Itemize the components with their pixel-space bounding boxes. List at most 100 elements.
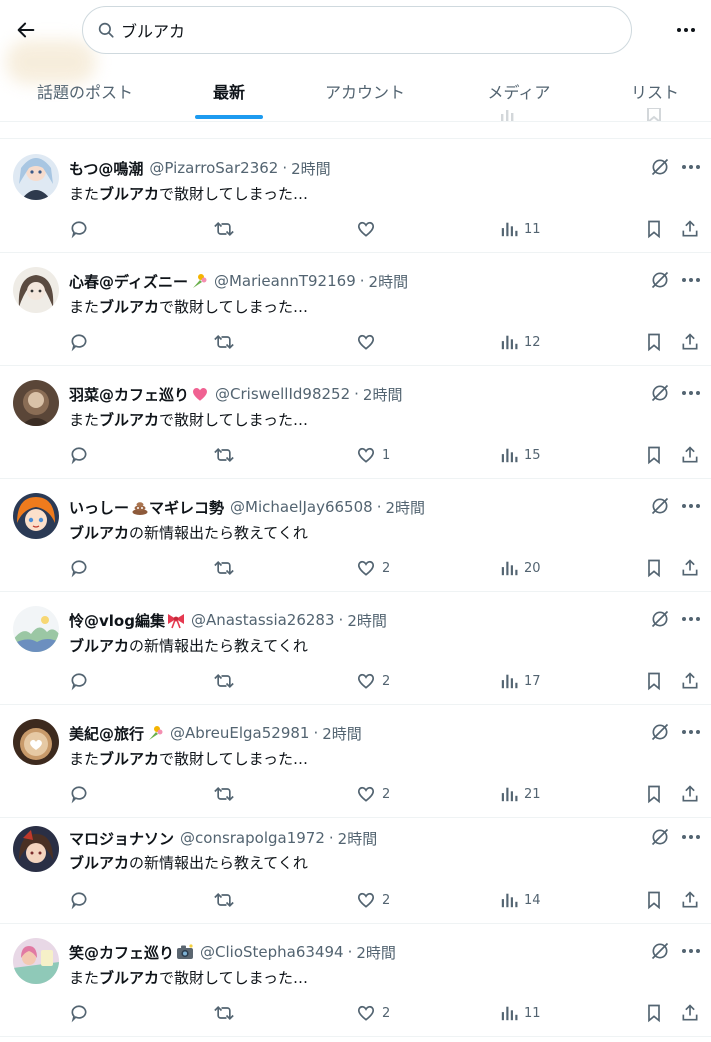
reply-button[interactable]	[69, 556, 89, 580]
author-name[interactable]: 怜@vlog編集	[69, 610, 165, 631]
post-time[interactable]: 2時間	[322, 723, 362, 744]
bookmark-button[interactable]	[644, 443, 664, 467]
grok-icon[interactable]	[649, 495, 671, 517]
views-button[interactable]: 21	[500, 782, 541, 806]
post-time[interactable]: 2時間	[291, 158, 331, 179]
like-button[interactable]: 2	[356, 556, 390, 580]
author-name[interactable]: 羽菜@カフェ巡り	[69, 384, 189, 405]
post-time[interactable]: 2時間	[363, 384, 403, 405]
repost-button[interactable]	[213, 1001, 235, 1025]
avatar[interactable]	[13, 380, 59, 426]
search-input[interactable]	[121, 20, 601, 40]
grok-icon[interactable]	[649, 940, 671, 962]
repost-button[interactable]	[213, 330, 235, 354]
more-options-icon[interactable]	[680, 826, 702, 848]
bookmark-button[interactable]	[644, 1001, 664, 1025]
avatar[interactable]	[13, 267, 59, 313]
reply-button[interactable]	[69, 782, 89, 806]
repost-button[interactable]	[213, 217, 235, 241]
more-options-icon[interactable]	[666, 10, 706, 50]
avatar[interactable]	[13, 154, 59, 200]
avatar[interactable]	[13, 606, 59, 652]
bookmark-button[interactable]	[644, 556, 664, 580]
views-button[interactable]: 14	[500, 888, 541, 912]
more-options-icon[interactable]	[680, 156, 702, 178]
author-handle[interactable]: @PizarroSar2362	[149, 159, 278, 177]
bookmark-button[interactable]	[644, 669, 664, 693]
grok-icon[interactable]	[649, 826, 671, 848]
grok-icon[interactable]	[649, 608, 671, 630]
post[interactable]: 心春@ディズニー @MarieannT92169 · 2時間 またブルアカで散財…	[0, 253, 711, 366]
views-button[interactable]: 12	[500, 330, 541, 354]
views-button[interactable]: 11	[500, 1001, 541, 1025]
share-button[interactable]	[680, 1001, 700, 1025]
views-button[interactable]: 15	[500, 443, 541, 467]
repost-button[interactable]	[213, 556, 235, 580]
post[interactable]: 羽菜@カフェ巡り @CriswellId98252 · 2時間 またブルアカで散…	[0, 366, 711, 479]
grok-icon[interactable]	[649, 269, 671, 291]
more-options-icon[interactable]	[680, 608, 702, 630]
views-button[interactable]: 20	[500, 556, 541, 580]
share-button[interactable]	[680, 217, 700, 241]
post-time[interactable]: 2時間	[385, 497, 425, 518]
back-button[interactable]	[6, 10, 46, 50]
author-handle[interactable]: @MichaelJay66508	[230, 498, 373, 516]
views-button[interactable]: 11	[500, 217, 541, 241]
author-name[interactable]: 心春@ディズニー	[69, 271, 188, 292]
repost-button[interactable]	[213, 443, 235, 467]
repost-button[interactable]	[213, 782, 235, 806]
post-time[interactable]: 2時間	[338, 828, 378, 849]
post[interactable]: 美紀@旅行 @AbreuElga52981 · 2時間 またブルアカで散財してし…	[0, 705, 711, 818]
bookmark-button[interactable]	[644, 782, 664, 806]
reply-button[interactable]	[69, 330, 89, 354]
share-button[interactable]	[680, 330, 700, 354]
author-name[interactable]: いっしー	[69, 497, 129, 518]
grok-icon[interactable]	[649, 382, 671, 404]
post[interactable]: 笑@カフェ巡り @ClioStepha63494 · 2時間 またブルアカで散財…	[0, 924, 711, 1037]
post-time[interactable]: 2時間	[356, 942, 396, 963]
tab-latest[interactable]: 最新	[170, 62, 288, 120]
author-handle[interactable]: @consrapolga1972	[180, 829, 325, 847]
author-name[interactable]: 美紀@旅行	[69, 723, 144, 744]
post[interactable]: もつ@鳴潮 @PizarroSar2362 · 2時間 またブルアカで散財してし…	[0, 140, 711, 253]
share-button[interactable]	[680, 888, 700, 912]
tab-lists[interactable]: リスト	[596, 62, 711, 120]
like-button[interactable]: 2	[356, 782, 390, 806]
tab-top[interactable]: 話題のポスト	[0, 62, 170, 120]
like-button[interactable]: 2	[356, 669, 390, 693]
avatar[interactable]	[13, 938, 59, 984]
bookmark-button[interactable]	[644, 330, 664, 354]
post-time[interactable]: 2時間	[347, 610, 387, 631]
reply-button[interactable]	[69, 1001, 89, 1025]
author-handle[interactable]: @MarieannT92169	[214, 272, 356, 290]
share-button[interactable]	[680, 443, 700, 467]
author-handle[interactable]: @AbreuElga52981	[170, 724, 309, 742]
post[interactable]: 怜@vlog編集 @Anastassia26283 · 2時間 ブルアカの新情報…	[0, 592, 711, 705]
like-button[interactable]	[356, 330, 382, 354]
repost-button[interactable]	[213, 669, 235, 693]
like-button[interactable]: 2	[356, 888, 390, 912]
author-name-suffix[interactable]: マギレコ勢	[149, 497, 224, 518]
avatar[interactable]	[13, 826, 59, 872]
post[interactable]: いっしー マギレコ勢 @MichaelJay66508 · 2時間 ブルアカの新…	[0, 479, 711, 592]
reply-button[interactable]	[69, 888, 89, 912]
like-button[interactable]: 1	[356, 443, 390, 467]
more-options-icon[interactable]	[680, 940, 702, 962]
more-options-icon[interactable]	[680, 269, 702, 291]
like-button[interactable]	[356, 217, 382, 241]
author-name[interactable]: 笑@カフェ巡り	[69, 942, 174, 963]
share-button[interactable]	[680, 669, 700, 693]
views-button[interactable]: 17	[500, 669, 541, 693]
more-options-icon[interactable]	[680, 721, 702, 743]
reply-button[interactable]	[69, 217, 89, 241]
author-handle[interactable]: @CriswellId98252	[215, 385, 350, 403]
more-options-icon[interactable]	[680, 495, 702, 517]
author-handle[interactable]: @Anastassia26283	[191, 611, 335, 629]
like-button[interactable]: 2	[356, 1001, 390, 1025]
tab-media[interactable]: メディア	[442, 62, 596, 120]
avatar[interactable]	[13, 493, 59, 539]
more-options-icon[interactable]	[680, 382, 702, 404]
author-name[interactable]: マロジョナソン	[69, 828, 174, 849]
bookmark-button[interactable]	[644, 888, 664, 912]
search-box[interactable]	[82, 6, 632, 54]
